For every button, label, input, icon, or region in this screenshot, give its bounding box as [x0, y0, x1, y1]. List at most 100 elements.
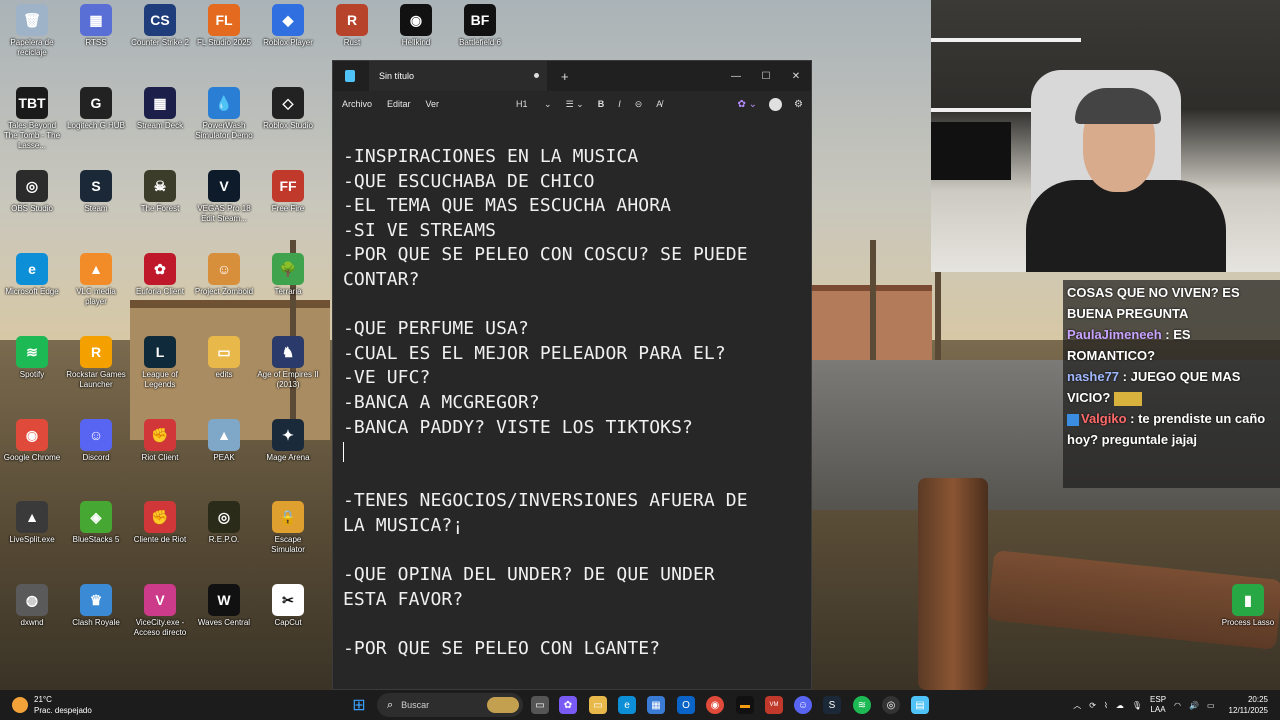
tray-sync-icon[interactable]: ⟳ — [1089, 701, 1096, 710]
copilot-taskbar-icon[interactable]: ✿ — [559, 696, 577, 714]
desktop-icon-r-e-p-o[interactable]: ◎ R.E.P.O. — [193, 501, 255, 545]
menu-ver[interactable]: Ver — [426, 99, 440, 109]
maximize-button[interactable]: ☐ — [751, 61, 781, 91]
desktop-icon-papelera-de-reciclaje[interactable]: 🗑 Papelera de reciclaje — [1, 4, 63, 58]
desktop-icon-label: Process Lasso — [1221, 618, 1275, 627]
notepad-window[interactable]: Sin título + — ☐ ✕ Archivo Editar Ver H1… — [332, 60, 812, 690]
desktop-icon-steam[interactable]: S Steam — [65, 170, 127, 214]
voicemeeter-icon[interactable]: VM — [765, 696, 783, 714]
desktop-icon-roblox-player[interactable]: ◆ Roblox Player — [257, 4, 319, 48]
steam-taskbar-icon[interactable]: S — [823, 696, 841, 714]
notepad-tab[interactable]: Sin título — [369, 61, 547, 91]
desktop-icon-capcut[interactable]: ✂ CapCut — [257, 584, 319, 628]
desktop-icon-escape-simulator[interactable]: 🔒 Escape Simulator — [257, 501, 319, 555]
desktop-icon-bluestacks-5[interactable]: ◈ BlueStacks 5 — [65, 501, 127, 545]
account-avatar[interactable] — [769, 97, 783, 111]
desktop-icon-hellkind[interactable]: ◉ Hellkind — [385, 4, 447, 48]
language-indicator[interactable]: ESP LAA — [1150, 695, 1166, 715]
new-tab-button[interactable]: + — [561, 69, 569, 84]
desktop-icon-stream-deck[interactable]: ▦ Stream Deck — [129, 87, 191, 131]
desktop-icon-age-of-empires-ii-2013[interactable]: ♞ Age of Empires II (2013) — [257, 336, 319, 390]
desktop-icon-discord[interactable]: ☺ Discord — [65, 419, 127, 463]
desktop-icon-label: CapCut — [274, 618, 302, 627]
weather-widget[interactable]: 21°C Prac. despejado — [12, 690, 92, 720]
obs-taskbar-icon[interactable]: ◎ — [882, 696, 900, 714]
close-button[interactable]: ✕ — [781, 61, 811, 91]
desktop-icon-rockstar-games-launcher[interactable]: R Rockstar Games Launcher — [65, 336, 127, 390]
desktop-icon-euforia-client[interactable]: ✿ Euforia Client — [129, 253, 191, 297]
desktop-icon-battlefield-6[interactable]: BF Battlefield 6 — [449, 4, 511, 48]
chat-message: Valgiko : te prendiste un caño hoy? preg… — [1067, 408, 1276, 450]
desktop-icon-edits[interactable]: ▭ edits — [193, 336, 255, 380]
desktop-icon-microsoft-edge[interactable]: e Microsoft Edge — [1, 253, 63, 297]
chrome-taskbar-icon[interactable]: ◉ — [706, 696, 724, 714]
desktop-icon-powerwash-simulator-demo[interactable]: 💧 PowerWash Simulator Demo — [193, 87, 255, 141]
tray-wifi-icon[interactable]: ◠ — [1174, 701, 1181, 710]
desktop-icon-vicecity-exe-acceso-directo[interactable]: V ViceCity.exe - Acceso directo — [129, 584, 191, 638]
weather-desc: Prac. despejado — [34, 706, 92, 715]
desktop-icon-terraria[interactable]: 🌳 Terraria — [257, 253, 319, 297]
desktop-icon-the-forest[interactable]: ☠ The Forest — [129, 170, 191, 214]
desktop-icon-livesplit-exe[interactable]: ▲ LiveSplit.exe — [1, 501, 63, 545]
clear-format-icon[interactable]: A̸ — [656, 99, 662, 109]
menu-archivo[interactable]: Archivo — [342, 99, 372, 109]
store-icon[interactable]: ▦ — [647, 696, 665, 714]
heading-dropdown[interactable]: H1 ⌄ — [516, 99, 552, 110]
ableton-icon[interactable]: ▬ — [736, 696, 754, 714]
desktop-icon-free-fire[interactable]: FF Free Fire — [257, 170, 319, 214]
desktop-icon-mage-arena[interactable]: ✦ Mage Arena — [257, 419, 319, 463]
taskbar-clock[interactable]: 20:25 12/11/2025 — [1229, 694, 1268, 716]
desktop-icon-roblox-studio[interactable]: ◇ Roblox Studio — [257, 87, 319, 131]
link-icon[interactable]: ⊝ — [635, 99, 643, 110]
desktop-icon-vegas-pro-18-edit-steam[interactable]: V VEGAS Pro 18 Edit Steam... — [193, 170, 255, 224]
desktop-icon-rtss[interactable]: ▦ RTSS — [65, 4, 127, 48]
notepad-titlebar[interactable]: Sin título + — ☐ ✕ — [333, 61, 811, 91]
tray-volume-icon[interactable]: 🔊 — [1189, 701, 1199, 710]
notepad-text-area[interactable]: -INSPIRACIONES EN LA MUSICA -QUE ESCUCHAB… — [333, 117, 811, 689]
tray-mic-icon[interactable]: 🎙 — [1132, 701, 1142, 710]
list-dropdown-icon[interactable]: ☰ ⌄ — [566, 99, 584, 110]
tray-network-icon[interactable]: ⌇ — [1104, 701, 1108, 710]
bold-icon[interactable]: B — [598, 99, 605, 109]
desktop-icon-spotify[interactable]: ≋ Spotify — [1, 336, 63, 380]
desktop-icon-clash-royale[interactable]: ♛ Clash Royale — [65, 584, 127, 628]
discord-taskbar-icon[interactable]: ☺ — [794, 696, 812, 714]
desktop-icon-obs-studio[interactable]: ◎ OBS Studio — [1, 170, 63, 214]
tray-chevron-up-icon[interactable]: ︿ — [1073, 700, 1081, 711]
desktop-icon-dxwnd[interactable]: ◍ dxwnd — [1, 584, 63, 628]
language-code: ESP — [1150, 695, 1167, 704]
desktop-icon-waves-central[interactable]: W Waves Central — [193, 584, 255, 628]
desktop-icon-google-chrome[interactable]: ◉ Google Chrome — [1, 419, 63, 463]
windows-start-icon[interactable]: ⊞ — [350, 696, 368, 714]
unsaved-dot-icon[interactable] — [534, 73, 539, 78]
desktop-icon-label: BlueStacks 5 — [72, 535, 120, 544]
copilot-icon[interactable]: ✿ ⌄ — [737, 99, 757, 110]
desktop-icon-project-zomboid[interactable]: ☺ Project Zomboid — [193, 253, 255, 297]
outlook-icon[interactable]: O — [677, 696, 695, 714]
desktop-icon-tales-beyond-the-tomb-the-lasse[interactable]: TBT Tales Beyond The Tomb - The Lasse... — [1, 87, 63, 151]
desktop-icon-fl-studio-2025[interactable]: FL FL Studio 2025 — [193, 4, 255, 48]
menu-editar[interactable]: Editar — [387, 99, 411, 109]
text-line — [343, 465, 801, 490]
desktop-icon-rust[interactable]: R Rust — [321, 4, 383, 48]
desktop-icon-cliente-de-riot[interactable]: ✊ Cliente de Riot — [129, 501, 191, 545]
tray-battery-icon[interactable]: ▭ — [1207, 701, 1215, 710]
settings-gear-icon[interactable]: ⚙ — [794, 99, 803, 110]
taskbar-search[interactable]: ⌕ Buscar — [377, 693, 523, 717]
desktop-icon-label: ViceCity.exe - Acceso directo — [133, 618, 187, 637]
italic-icon[interactable]: I — [618, 99, 621, 109]
task-view-icon[interactable]: ▭ — [531, 696, 549, 714]
notepad-taskbar-icon[interactable]: ▤ — [911, 696, 929, 714]
file-explorer-icon[interactable]: ▭ — [589, 696, 607, 714]
desktop-icon-process-lasso[interactable]: ▮ Process Lasso — [1217, 584, 1279, 628]
edge-taskbar-icon[interactable]: e — [618, 696, 636, 714]
desktop-icon-logitech-g-hub[interactable]: G Logitech G HUB — [65, 87, 127, 131]
desktop-icon-peak[interactable]: ▲ PEAK — [193, 419, 255, 463]
tray-cloud-icon[interactable]: ☁ — [1116, 701, 1124, 710]
desktop-icon-vlc-media-player[interactable]: ▲ VLC media player — [65, 253, 127, 307]
desktop-icon-counter-strike-2[interactable]: CS Counter Strike 2 — [129, 4, 191, 48]
minimize-button[interactable]: — — [721, 61, 751, 91]
desktop-icon-league-of-legends[interactable]: L League of Legends — [129, 336, 191, 390]
desktop-icon-riot-client[interactable]: ✊ Riot Client — [129, 419, 191, 463]
spotify-taskbar-icon[interactable]: ≋ — [853, 696, 871, 714]
